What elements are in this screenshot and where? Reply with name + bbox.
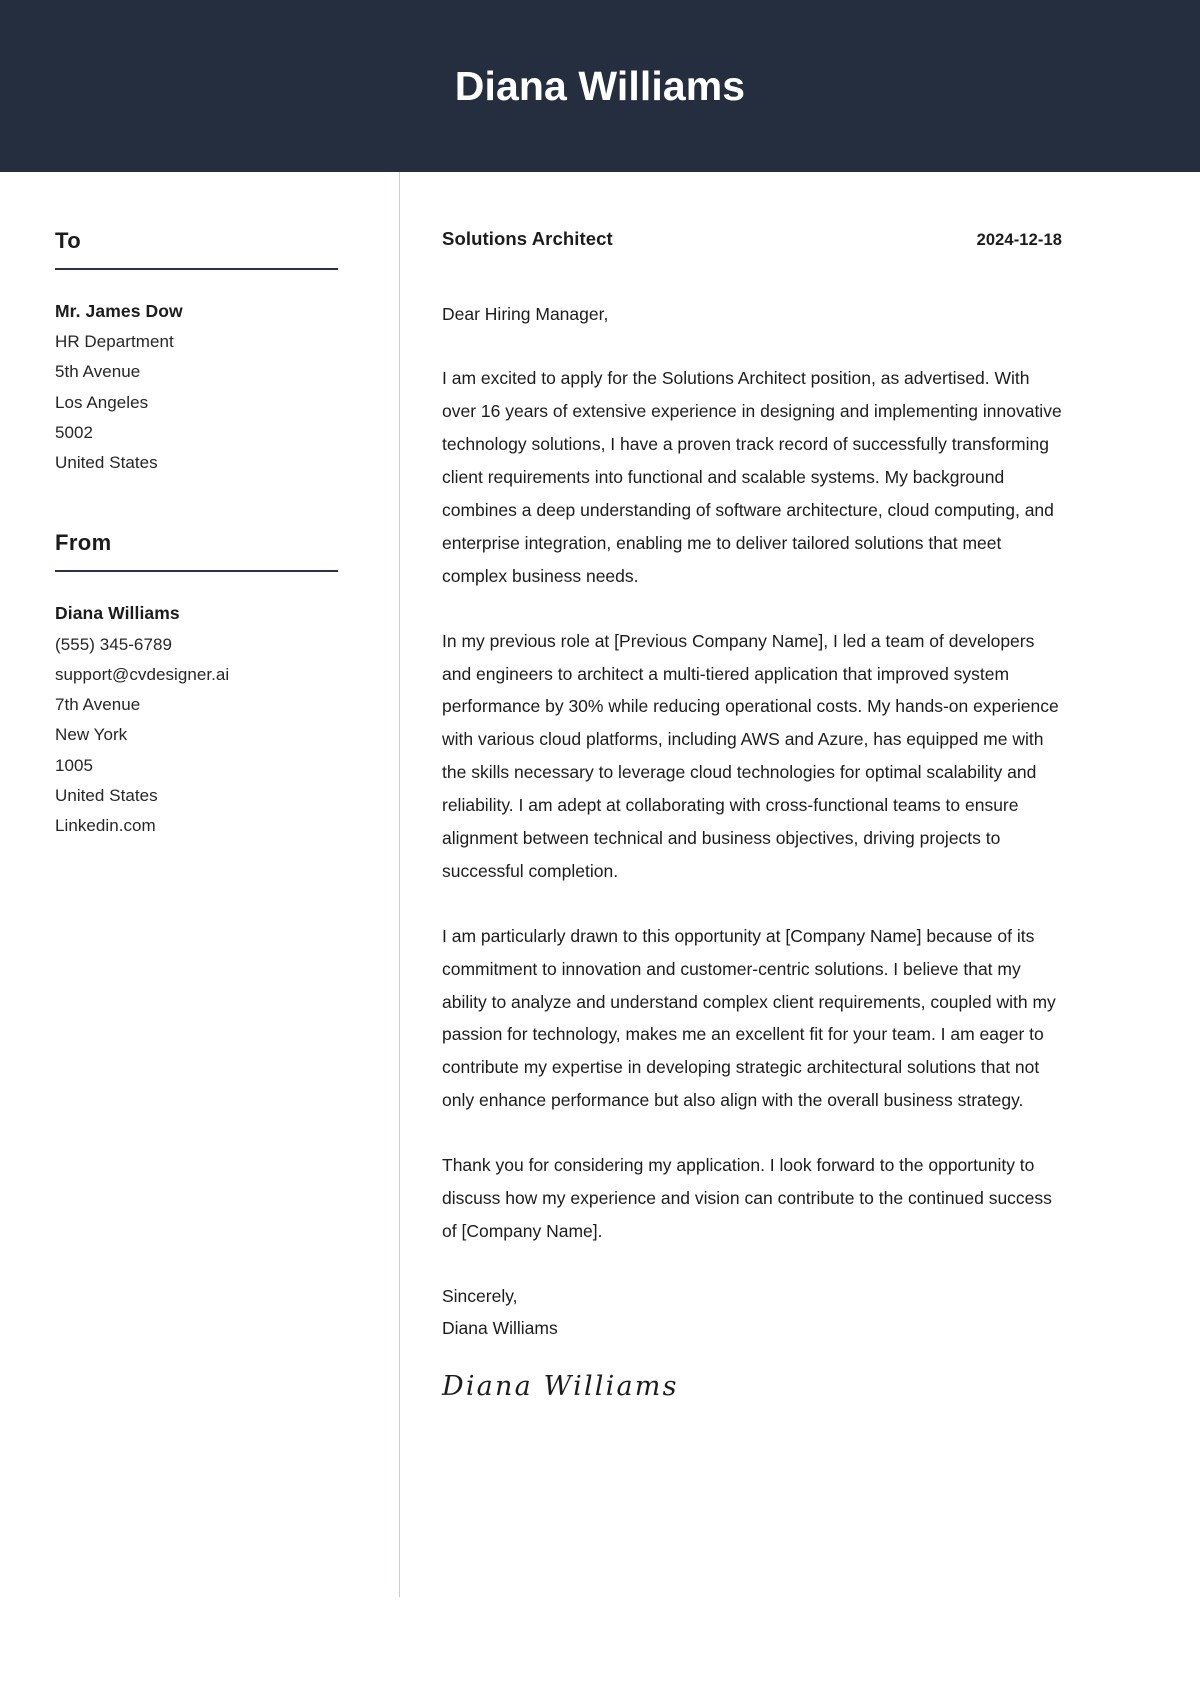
salutation: Dear Hiring Manager, — [442, 304, 609, 324]
sender-website: Linkedin.com — [55, 816, 156, 836]
sender-line: 7th Avenue — [55, 695, 141, 715]
from-heading: From — [55, 530, 112, 556]
letter-paragraph: In my previous role at [Previous Company… — [442, 630, 1059, 881]
signature: Diana Williams — [442, 1370, 679, 1402]
to-divider — [55, 268, 338, 270]
letter-content: Solutions Architect 2024-12-18 Dear Hiri… — [400, 172, 1200, 1684]
page-title: Diana Williams — [454, 62, 746, 109]
recipient-block: To Mr. James Dow HR Department 5th Avenu… — [55, 228, 339, 478]
letter-header-row: Solutions Architect 2024-12-18 — [442, 228, 1062, 250]
header-band: Diana Williams — [0, 0, 1200, 172]
letter-paragraph: Thank you for considering my application… — [442, 1155, 1052, 1241]
letter-paragraph: I am excited to apply for the Solutions … — [442, 368, 1062, 586]
recipient-line: 5002 — [55, 422, 94, 442]
from-divider — [55, 570, 338, 573]
closing-word: Sincerely, — [442, 1285, 518, 1306]
sidebar: To Mr. James Dow HR Department 5th Avenu… — [0, 172, 400, 1597]
letter-paragraph: I am particularly drawn to this opportun… — [442, 925, 1056, 1111]
letter-body-wrapper: To Mr. James Dow HR Department 5th Avenu… — [0, 172, 1200, 1684]
recipient-name: Mr. James Dow — [55, 301, 183, 321]
sender-name: Diana Williams — [55, 603, 180, 624]
sender-line: 1005 — [55, 755, 94, 775]
recipient-line: United States — [55, 453, 158, 473]
closing-name: Diana Williams — [442, 1318, 558, 1339]
recipient-line: HR Department — [55, 332, 174, 352]
sender-phone: (555) 345-6789 — [55, 634, 172, 654]
to-heading: To — [55, 228, 82, 253]
letter-date: 2024-12-18 — [976, 231, 1062, 249]
sender-line: New York — [55, 725, 128, 745]
cover-letter-page: Diana Williams To Mr. James Dow HR Depar… — [0, 0, 1200, 1684]
recipient-line: 5th Avenue — [55, 362, 141, 382]
job-title: Solutions Architect — [442, 228, 613, 249]
sender-email: support@cvdesigner.ai — [55, 664, 230, 684]
recipient-line: Los Angeles — [55, 392, 149, 412]
sender-line: United States — [55, 785, 158, 805]
closing-block: Sincerely, Diana Williams — [442, 1280, 1062, 1345]
sender-block: From Diana Williams (555) 345-6789 suppo… — [55, 530, 339, 841]
